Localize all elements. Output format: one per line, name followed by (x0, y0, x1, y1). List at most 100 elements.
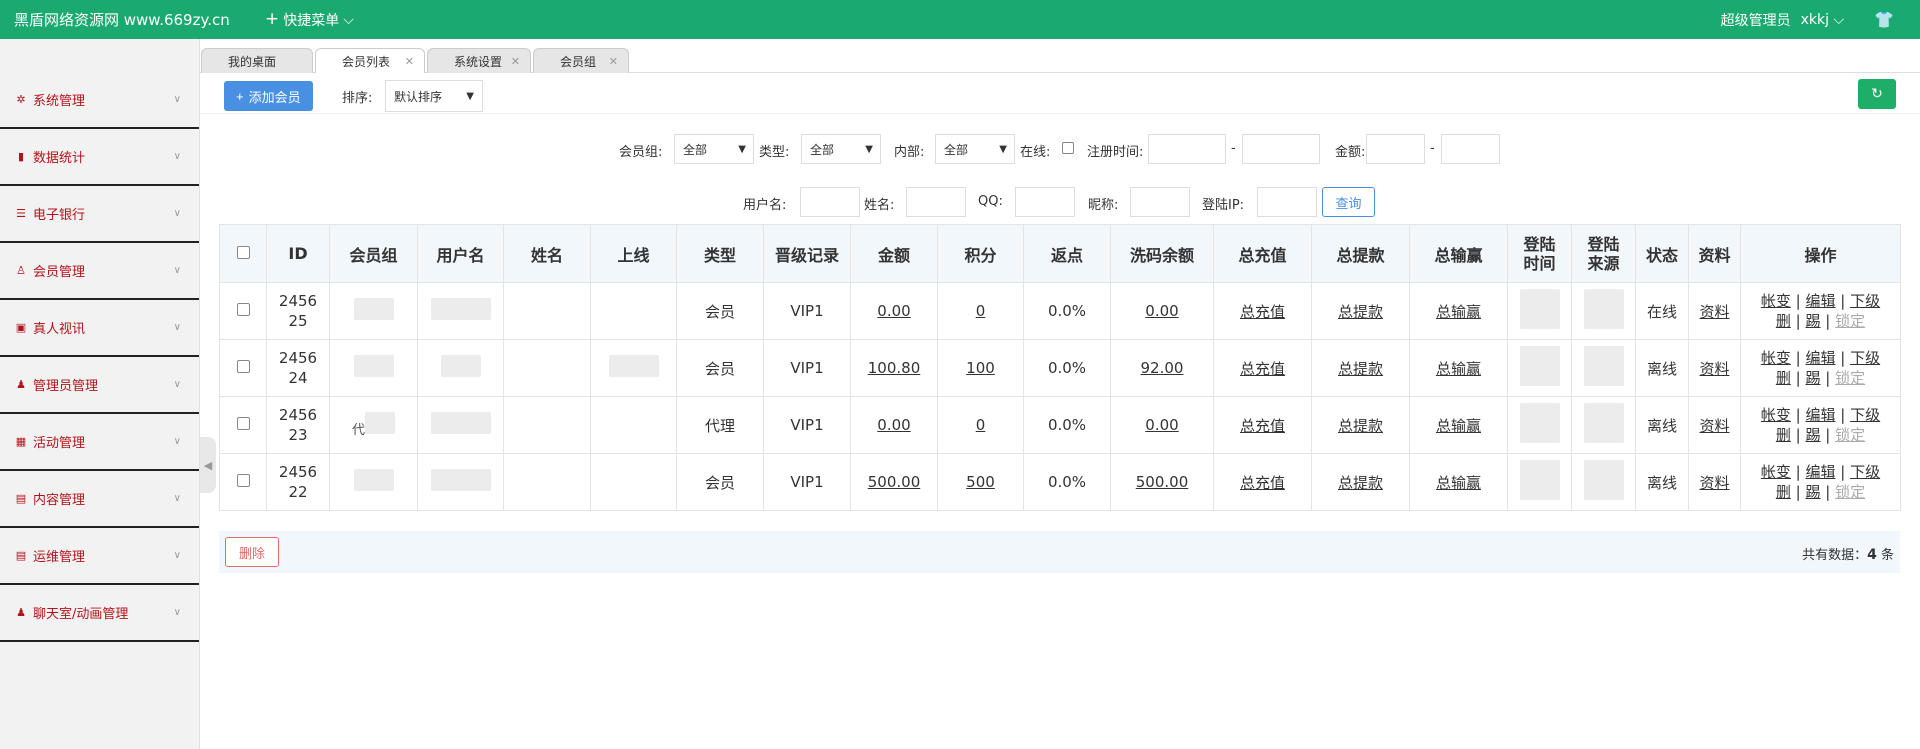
group-filter-select[interactable]: 全部 ▼ (674, 134, 754, 164)
subordinates-link[interactable]: 下级 (1850, 406, 1880, 424)
points-link[interactable]: 500 (937, 453, 1024, 511)
username-filter-input[interactable] (800, 187, 860, 217)
query-button[interactable]: 查询 (1322, 187, 1375, 217)
kick-link[interactable]: 踢 (1805, 483, 1820, 501)
points-link[interactable]: 0 (937, 282, 1024, 340)
row-checkbox[interactable] (236, 303, 250, 316)
profile-link[interactable]: 资料 (1688, 453, 1741, 511)
sidebar-item-chat[interactable]: ♟ 聊天室/动画管理 ∨ (0, 585, 199, 642)
amount-link[interactable]: 100.80 (850, 339, 938, 397)
account-change-link[interactable]: 帐变 (1761, 463, 1791, 481)
total-withdraw-link[interactable]: 总提款 (1311, 453, 1410, 511)
skin-icon[interactable]: 👕 (1874, 10, 1894, 29)
close-icon[interactable]: ✕ (405, 55, 414, 68)
loginip-filter-input[interactable] (1257, 187, 1317, 217)
profile-link[interactable]: 资料 (1688, 282, 1741, 340)
sidebar-item-label: 活动管理 (33, 436, 86, 451)
row-checkbox[interactable] (236, 474, 250, 487)
close-icon[interactable]: ✕ (609, 55, 618, 68)
total-recharge-link[interactable]: 总充值 (1213, 282, 1312, 340)
online-checkbox[interactable] (1062, 142, 1074, 154)
kick-link[interactable]: 踢 (1805, 369, 1820, 387)
sidebar-item-ops[interactable]: ▤ 运维管理 ∨ (0, 528, 199, 585)
total-withdraw-link[interactable]: 总提款 (1311, 339, 1410, 397)
tab-system-settings[interactable]: 系统设置 ✕ (427, 48, 531, 73)
tab-desktop[interactable]: 我的桌面 (201, 48, 313, 73)
nickname-filter-input[interactable] (1130, 187, 1190, 217)
delete-link[interactable]: 删 (1776, 369, 1791, 387)
total-withdraw-link[interactable]: 总提款 (1311, 396, 1410, 454)
delete-link[interactable]: 删 (1776, 312, 1791, 330)
points-link[interactable]: 100 (937, 339, 1024, 397)
total-winloss-link[interactable]: 总输赢 (1409, 396, 1508, 454)
qq-filter-input[interactable] (1015, 187, 1075, 217)
points-link[interactable]: 0 (937, 396, 1024, 454)
total-withdraw-link[interactable]: 总提款 (1311, 282, 1410, 340)
edit-link[interactable]: 编辑 (1805, 406, 1835, 424)
close-icon[interactable]: ✕ (511, 55, 520, 68)
subordinates-link[interactable]: 下级 (1850, 292, 1880, 310)
account-change-link[interactable]: 帐变 (1761, 349, 1791, 367)
subordinates-link[interactable]: 下级 (1850, 463, 1880, 481)
row-checkbox[interactable] (236, 417, 250, 430)
amount-link[interactable]: 500.00 (850, 453, 938, 511)
wash-balance-link[interactable]: 0.00 (1110, 396, 1214, 454)
select-all-checkbox[interactable] (236, 246, 250, 259)
sidebar-item-bank[interactable]: ☰ 电子银行 ∨ (0, 186, 199, 243)
regtime-end-input[interactable] (1242, 134, 1320, 164)
regtime-start-input[interactable] (1148, 134, 1226, 164)
lock-link[interactable]: 锁定 (1835, 312, 1865, 330)
edit-link[interactable]: 编辑 (1805, 292, 1835, 310)
sidebar-item-activities[interactable]: ▦ 活动管理 ∨ (0, 414, 199, 471)
subordinates-link[interactable]: 下级 (1850, 349, 1880, 367)
sidebar-item-system[interactable]: ✲ 系统管理 ∨ (0, 72, 199, 129)
sidebar-collapse-toggle[interactable]: ◀ (200, 437, 216, 493)
total-recharge-link[interactable]: 总充值 (1213, 339, 1312, 397)
lock-link[interactable]: 锁定 (1835, 426, 1865, 444)
sidebar-item-admins[interactable]: ♟ 管理员管理 ∨ (0, 357, 199, 414)
wash-balance-link[interactable]: 0.00 (1110, 282, 1214, 340)
tab-member-group[interactable]: 会员组 ✕ (533, 48, 629, 73)
column-header: 金额 (850, 224, 938, 283)
profile-link[interactable]: 资料 (1688, 396, 1741, 454)
user-menu[interactable]: xkkj ⌵ (1801, 12, 1844, 28)
edit-link[interactable]: 编辑 (1805, 463, 1835, 481)
quick-menu-button[interactable]: + 快捷菜单 ⌵ (265, 10, 354, 30)
column-header: 会员组 (329, 224, 418, 283)
name-filter-input[interactable] (906, 187, 966, 217)
kick-link[interactable]: 踢 (1805, 312, 1820, 330)
type-filter-select[interactable]: 全部 ▼ (801, 134, 881, 164)
add-member-button[interactable]: + 添加会员 (224, 81, 313, 111)
row-checkbox[interactable] (236, 360, 250, 373)
batch-delete-button[interactable]: 删除 (225, 537, 279, 567)
sidebar-item-content[interactable]: ▤ 内容管理 ∨ (0, 471, 199, 528)
kick-link[interactable]: 踢 (1805, 426, 1820, 444)
tab-member-list[interactable]: 会员列表 ✕ (315, 48, 425, 73)
profile-link[interactable]: 资料 (1688, 339, 1741, 397)
total-recharge-link[interactable]: 总充值 (1213, 453, 1312, 511)
edit-link[interactable]: 编辑 (1805, 349, 1835, 367)
wash-balance-link[interactable]: 92.00 (1110, 339, 1214, 397)
total-winloss-link[interactable]: 总输赢 (1409, 339, 1508, 397)
delete-link[interactable]: 删 (1776, 426, 1791, 444)
type-filter-value: 全部 (810, 142, 835, 157)
total-recharge-link[interactable]: 总充值 (1213, 396, 1312, 454)
amount-link[interactable]: 0.00 (850, 282, 938, 340)
amount-link[interactable]: 0.00 (850, 396, 938, 454)
sort-select[interactable]: 默认排序 ▼ (385, 80, 483, 112)
internal-filter-select[interactable]: 全部 ▼ (935, 134, 1015, 164)
sidebar-item-live-video[interactable]: ▣ 真人视讯 ∨ (0, 300, 199, 357)
account-change-link[interactable]: 帐变 (1761, 406, 1791, 424)
total-winloss-link[interactable]: 总输赢 (1409, 282, 1508, 340)
lock-link[interactable]: 锁定 (1835, 369, 1865, 387)
refresh-button[interactable]: ↻ (1858, 79, 1896, 109)
wash-balance-link[interactable]: 500.00 (1110, 453, 1214, 511)
amount-max-input[interactable] (1441, 134, 1500, 164)
sidebar-item-members[interactable]: ♙ 会员管理 ∨ (0, 243, 199, 300)
delete-link[interactable]: 删 (1776, 483, 1791, 501)
lock-link[interactable]: 锁定 (1835, 483, 1865, 501)
amount-min-input[interactable] (1366, 134, 1425, 164)
sidebar-item-stats[interactable]: ▮ 数据统计 ∨ (0, 129, 199, 186)
total-winloss-link[interactable]: 总输赢 (1409, 453, 1508, 511)
account-change-link[interactable]: 帐变 (1761, 292, 1791, 310)
